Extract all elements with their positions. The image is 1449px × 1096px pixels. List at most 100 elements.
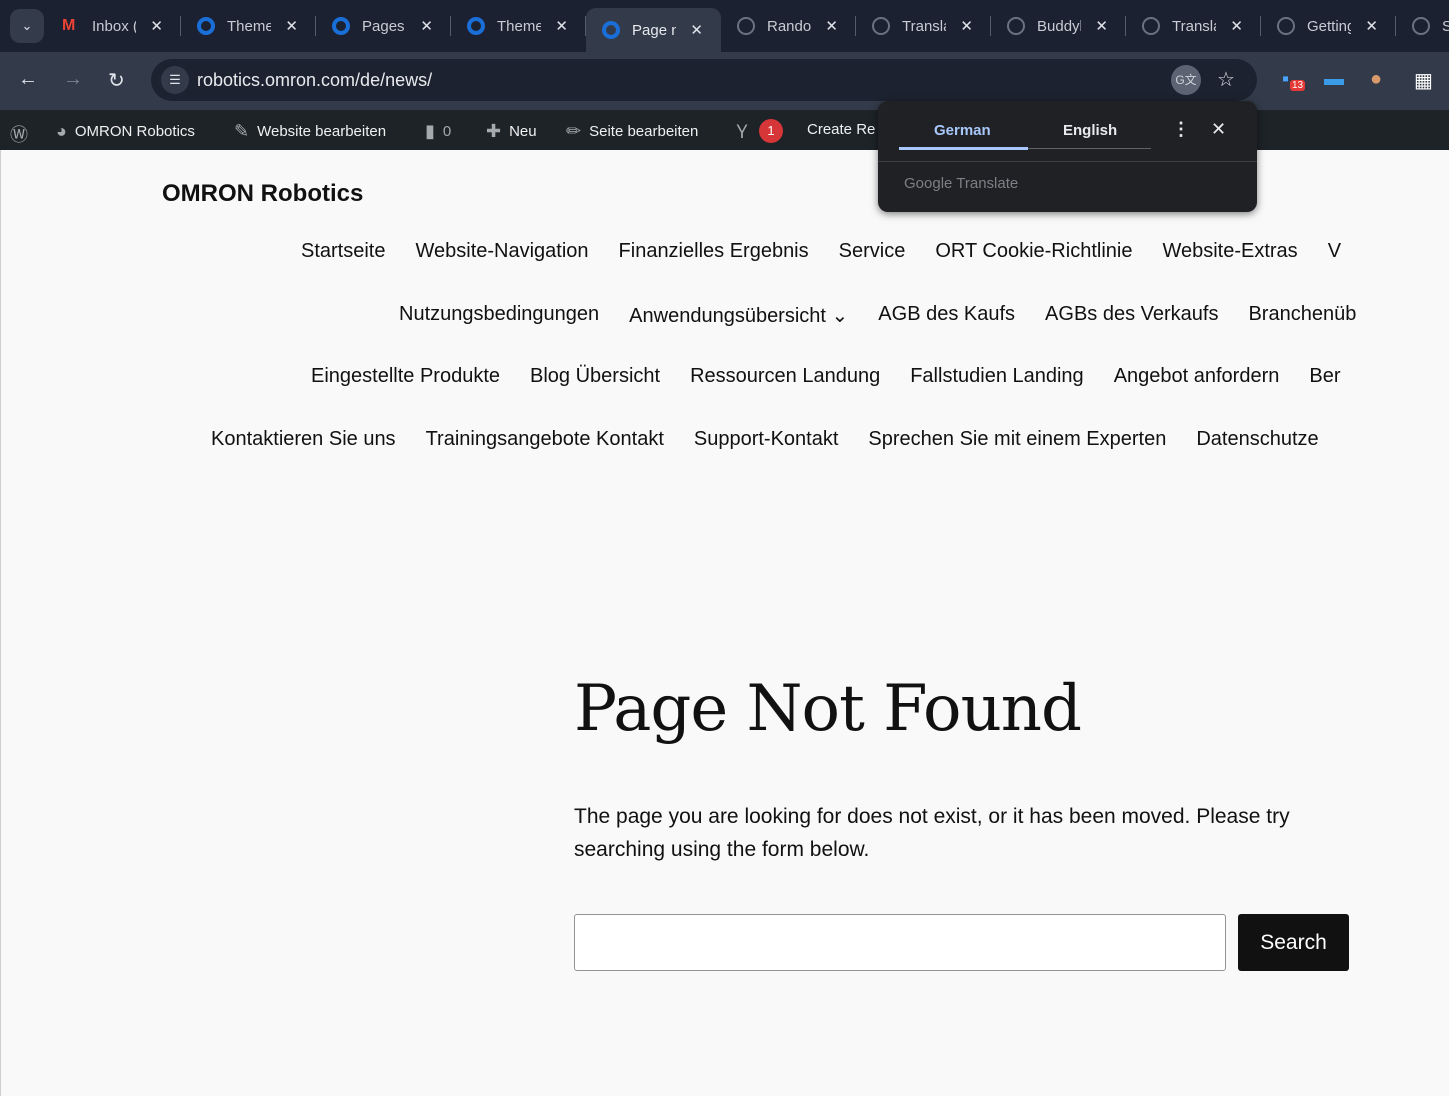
tab-title: Getting [1307, 17, 1351, 35]
nav-link[interactable]: Support-Kontakt [694, 428, 839, 451]
close-icon[interactable]: ✕ [1211, 119, 1226, 140]
translate-icon[interactable]: G文 [1171, 65, 1201, 95]
back-icon[interactable]: ← [18, 68, 38, 91]
dashboard-icon: ◕ [56, 121, 67, 141]
nav-row: Kontaktieren Sie uns Trainingsangebote Ko… [211, 428, 1319, 451]
nav-link[interactable]: AGB des Kaufs [878, 303, 1015, 328]
avatar-extension-icon[interactable]: ● [1370, 68, 1382, 91]
nav-row: Nutzungsbedingungen Anwendungsübersicht ⌄… [399, 303, 1356, 328]
more-options-icon[interactable]: ⋮ [1172, 119, 1190, 140]
browser-tab[interactable]: Pages ✕ [316, 8, 451, 44]
reload-icon[interactable]: ↻ [108, 68, 125, 93]
nav-link[interactable]: Startseite [301, 240, 385, 263]
active-tab-indicator [899, 147, 1028, 150]
browser-tab[interactable]: Buddyl ✕ [991, 8, 1126, 44]
brush-icon: ✎ [234, 121, 250, 141]
forward-icon[interactable]: → [63, 68, 83, 91]
nav-link[interactable]: Angebot anfordern [1114, 365, 1280, 388]
nav-link[interactable]: Sprechen Sie mit einem Experten [868, 428, 1166, 451]
nav-link[interactable]: Ressourcen Landung [690, 365, 880, 388]
wordpress-favicon-icon [332, 17, 350, 35]
tab-title: Theme [227, 17, 271, 35]
address-bar[interactable]: ☰ robotics.omron.com/de/news/ G文 ☆ [151, 59, 1257, 101]
google-translate-brand: Google Translate [904, 175, 1019, 192]
browser-tab[interactable]: Theme ✕ [451, 8, 586, 44]
loading-favicon-icon [1142, 17, 1160, 35]
tab-close-icon[interactable]: ✕ [825, 17, 838, 35]
tab-close-icon[interactable]: ✕ [690, 21, 703, 39]
tab-close-icon[interactable]: ✕ [150, 17, 163, 35]
nav-link[interactable]: Kontaktieren Sie uns [211, 428, 396, 451]
browser-tab-strip: ⌄ M Inbox (✕ Theme ✕ Pages ✕ Theme ✕ Page n ✕ Rand… [0, 0, 1449, 52]
browser-tab[interactable]: Transla ✕ [1126, 8, 1261, 44]
admin-site-link[interactable]: ◕ OMRON Robotics [56, 121, 195, 142]
tab-title: Buddyl [1037, 17, 1081, 35]
translate-popup: German English ⋮ ✕ Google Translate [878, 101, 1257, 212]
yoast-menu[interactable]: Ｙ1 [733, 118, 783, 144]
browser-tab[interactable]: Rando ✕ [721, 8, 856, 44]
tab-close-icon[interactable]: ✕ [1365, 17, 1378, 35]
nav-link[interactable]: Anwendungsübersicht ⌄ [629, 303, 848, 328]
page-title: Page Not Found [574, 672, 1082, 746]
browser-tab[interactable]: Se [1396, 8, 1449, 44]
nav-link[interactable]: Blog Übersicht [530, 365, 660, 388]
extension-icon[interactable]: ▪ 13 [1282, 68, 1306, 91]
tab-title: Theme [497, 17, 541, 35]
url-text[interactable]: robotics.omron.com/de/news/ [197, 70, 432, 91]
tab-title: Pages [362, 17, 405, 35]
wordpress-favicon-icon [467, 17, 485, 35]
tab-close-icon[interactable]: ✕ [420, 17, 433, 35]
nav-link[interactable]: Trainingsangebote Kontakt [426, 428, 664, 451]
tab-title: Se [1442, 17, 1449, 35]
plus-icon: ✚ [486, 121, 502, 141]
admin-comments-link[interactable]: ▮ 0 [425, 121, 451, 142]
nav-link[interactable]: AGBs des Verkaufs [1045, 303, 1218, 328]
admin-new-link[interactable]: ✚ Neu [486, 121, 537, 142]
tab-title: Page n [632, 21, 676, 39]
browser-tab[interactable]: Theme ✕ [181, 8, 316, 44]
tab-close-icon[interactable]: ✕ [1230, 17, 1243, 35]
yoast-icon: Ｙ [733, 122, 751, 142]
tab-title: Rando [767, 17, 811, 35]
nav-link[interactable]: Fallstudien Landing [910, 365, 1083, 388]
nav-link[interactable]: Branchenüb [1248, 303, 1356, 328]
tab-close-icon[interactable]: ✕ [1095, 17, 1108, 35]
pencil-icon: ✏ [566, 121, 582, 141]
qr-extension-icon[interactable]: ▦ [1414, 68, 1433, 93]
nav-link[interactable]: Datenschutze [1196, 428, 1318, 451]
page-border [0, 150, 1, 1096]
site-info-icon[interactable]: ☰ [161, 66, 189, 94]
nav-link[interactable]: V [1328, 240, 1341, 263]
wordpress-logo-icon[interactable]: Ⓦ [10, 121, 28, 147]
tab-close-icon[interactable]: ✕ [960, 17, 973, 35]
nav-link[interactable]: ORT Cookie-Richtlinie [935, 240, 1132, 263]
browser-tab[interactable]: Getting ✕ [1261, 8, 1396, 44]
search-button[interactable]: Search [1238, 914, 1349, 971]
browser-tab[interactable]: Page n ✕ [586, 8, 721, 52]
admin-customize-link[interactable]: ✎ Website bearbeiten [234, 121, 386, 142]
tab-close-icon[interactable]: ✕ [555, 17, 568, 35]
loading-favicon-icon [1412, 17, 1430, 35]
tab-english[interactable]: English [1063, 122, 1117, 139]
site-title[interactable]: OMRON Robotics [162, 180, 363, 208]
browser-tab[interactable]: Transla ✕ [856, 8, 991, 44]
tab-german[interactable]: German [934, 122, 991, 139]
tab-close-icon[interactable]: ✕ [285, 17, 298, 35]
nav-link[interactable]: Website-Navigation [415, 240, 588, 263]
search-input[interactable] [574, 914, 1226, 971]
tab-search-button[interactable]: ⌄ [10, 9, 44, 43]
browser-tab[interactable]: M Inbox (✕ [46, 8, 181, 44]
nav-link[interactable]: Nutzungsbedingungen [399, 303, 599, 328]
calendar-extension-icon[interactable]: ▬ [1324, 68, 1344, 91]
bookmark-star-icon[interactable]: ☆ [1217, 67, 1235, 92]
nav-link[interactable]: Service [839, 240, 906, 263]
nav-link[interactable]: Eingestellte Produkte [311, 365, 500, 388]
nav-link[interactable]: Finanzielles Ergebnis [619, 240, 809, 263]
nav-link[interactable]: Website-Extras [1162, 240, 1297, 263]
wordpress-favicon-icon [197, 17, 215, 35]
tab-title: Transla [1172, 17, 1216, 35]
loading-favicon-icon [1277, 17, 1295, 35]
admin-edit-link[interactable]: ✏ Seite bearbeiten [566, 121, 698, 142]
admin-create-link[interactable]: Create Re [807, 121, 875, 138]
nav-link[interactable]: Ber [1309, 365, 1340, 388]
